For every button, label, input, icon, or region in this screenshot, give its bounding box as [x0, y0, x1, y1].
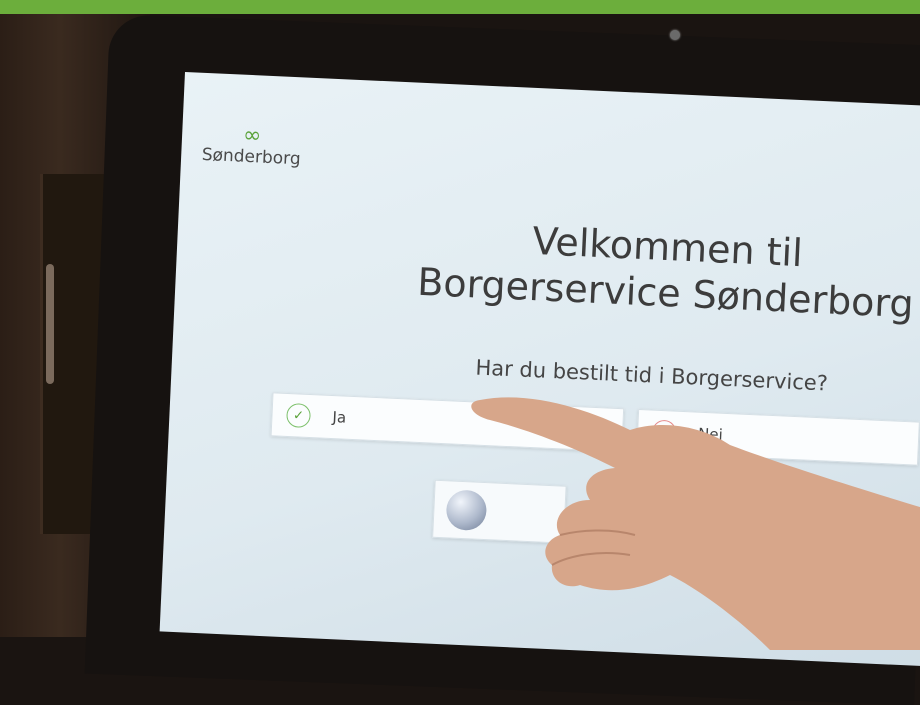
- booking-question: Har du bestilt tid i Borgerservice?: [475, 355, 829, 396]
- welcome-heading: Velkommen til Borgerservice Sønderborg: [405, 212, 920, 327]
- kiosk-screen: ∞ Sønderborg Velkommen til Borgerservice…: [159, 72, 920, 667]
- logo: ∞ Sønderborg: [191, 122, 313, 170]
- globe-icon: [445, 489, 488, 532]
- background-door-handle: [46, 264, 54, 384]
- logo-text: Sønderborg: [201, 144, 302, 170]
- yes-button-label: Ja: [332, 408, 347, 427]
- top-green-bar: [0, 0, 920, 14]
- language-button[interactable]: [432, 479, 567, 544]
- yes-button[interactable]: ✓ Ja: [270, 392, 625, 453]
- x-circle-icon: ✕: [651, 419, 677, 445]
- check-circle-icon: ✓: [286, 402, 312, 429]
- no-button-label: Nej: [697, 424, 724, 444]
- no-button[interactable]: ✕ Nej: [636, 408, 920, 466]
- kiosk-camera: [670, 30, 680, 40]
